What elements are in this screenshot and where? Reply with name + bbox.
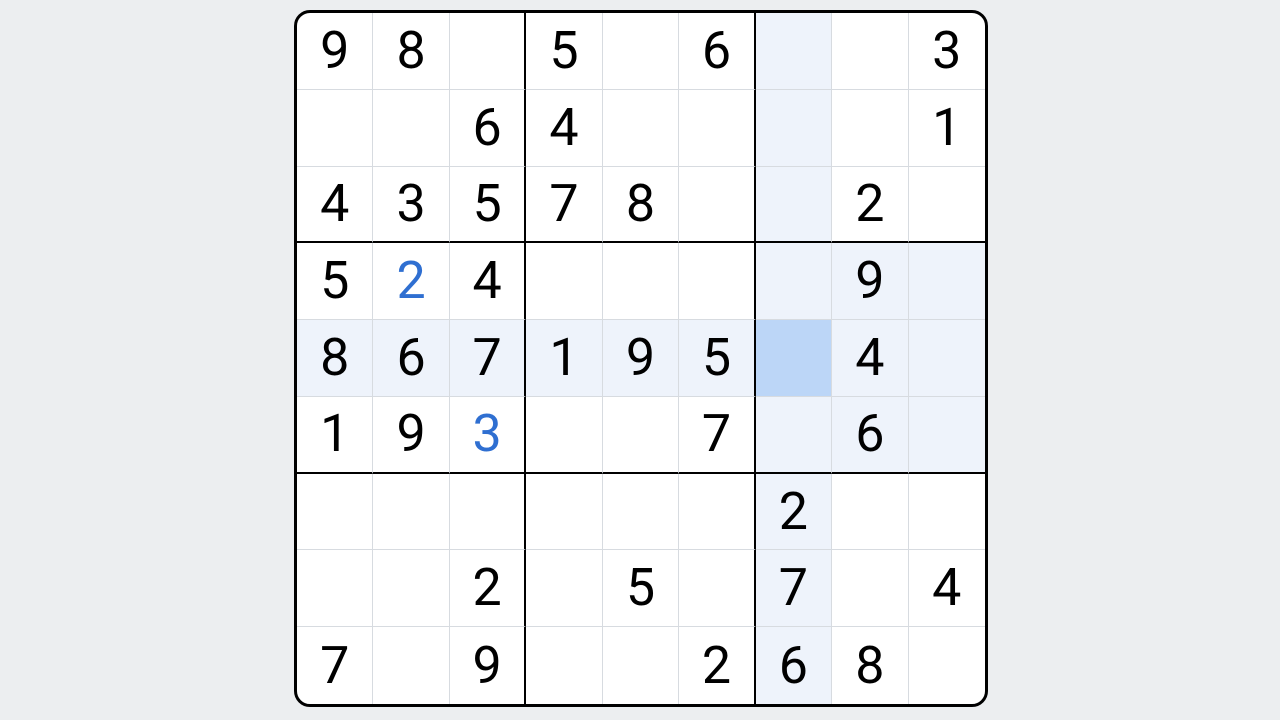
cell-r8-c3[interactable]	[526, 627, 602, 704]
cell-r5-c2[interactable]: 3	[450, 397, 526, 474]
cell-r1-c6[interactable]	[756, 90, 832, 167]
cell-r4-c8[interactable]	[909, 320, 985, 397]
cell-r2-c2[interactable]: 5	[450, 167, 526, 244]
cell-r5-c6[interactable]	[756, 397, 832, 474]
cell-r4-c1[interactable]: 6	[373, 320, 449, 397]
cell-r1-c5[interactable]	[679, 90, 755, 167]
cell-r3-c1[interactable]: 2	[373, 243, 449, 320]
cell-r8-c6[interactable]: 6	[756, 627, 832, 704]
cell-r2-c7[interactable]: 2	[832, 167, 908, 244]
cell-r3-c4[interactable]	[603, 243, 679, 320]
cell-r7-c1[interactable]	[373, 550, 449, 627]
cell-r0-c5[interactable]: 6	[679, 13, 755, 90]
cell-r3-c6[interactable]	[756, 243, 832, 320]
cell-r5-c7[interactable]: 6	[832, 397, 908, 474]
cell-r4-c6[interactable]	[756, 320, 832, 397]
cell-r1-c1[interactable]	[373, 90, 449, 167]
cell-r4-c5[interactable]: 5	[679, 320, 755, 397]
cell-r3-c7[interactable]: 9	[832, 243, 908, 320]
cell-r8-c7[interactable]: 8	[832, 627, 908, 704]
cell-r6-c4[interactable]	[603, 474, 679, 551]
cell-r6-c5[interactable]	[679, 474, 755, 551]
cell-r0-c3[interactable]: 5	[526, 13, 602, 90]
cell-r0-c4[interactable]	[603, 13, 679, 90]
cell-r4-c4[interactable]: 9	[603, 320, 679, 397]
cell-r7-c8[interactable]: 4	[909, 550, 985, 627]
cell-r8-c1[interactable]	[373, 627, 449, 704]
cell-r1-c7[interactable]	[832, 90, 908, 167]
cell-r7-c5[interactable]	[679, 550, 755, 627]
cell-r8-c4[interactable]	[603, 627, 679, 704]
cell-r5-c8[interactable]	[909, 397, 985, 474]
cell-r2-c5[interactable]	[679, 167, 755, 244]
cell-r6-c8[interactable]	[909, 474, 985, 551]
cell-r2-c0[interactable]: 4	[297, 167, 373, 244]
cell-r6-c1[interactable]	[373, 474, 449, 551]
cell-r1-c8[interactable]: 1	[909, 90, 985, 167]
sudoku-board[interactable]: 9856364143578252498671954193762257479268	[294, 10, 988, 707]
cell-r2-c3[interactable]: 7	[526, 167, 602, 244]
cell-r5-c5[interactable]: 7	[679, 397, 755, 474]
cell-r2-c8[interactable]	[909, 167, 985, 244]
cell-r5-c4[interactable]	[603, 397, 679, 474]
cell-r0-c0[interactable]: 9	[297, 13, 373, 90]
cell-r6-c0[interactable]	[297, 474, 373, 551]
cell-r1-c0[interactable]	[297, 90, 373, 167]
cell-r7-c6[interactable]: 7	[756, 550, 832, 627]
cell-r5-c0[interactable]: 1	[297, 397, 373, 474]
cell-r7-c3[interactable]	[526, 550, 602, 627]
cell-r4-c3[interactable]: 1	[526, 320, 602, 397]
cell-r0-c1[interactable]: 8	[373, 13, 449, 90]
cell-r6-c2[interactable]	[450, 474, 526, 551]
cell-r8-c5[interactable]: 2	[679, 627, 755, 704]
cell-r3-c0[interactable]: 5	[297, 243, 373, 320]
cell-r4-c2[interactable]: 7	[450, 320, 526, 397]
cell-r6-c6[interactable]: 2	[756, 474, 832, 551]
cell-r3-c3[interactable]	[526, 243, 602, 320]
cell-r7-c0[interactable]	[297, 550, 373, 627]
cell-r7-c2[interactable]: 2	[450, 550, 526, 627]
cell-r1-c4[interactable]	[603, 90, 679, 167]
cell-r7-c7[interactable]	[832, 550, 908, 627]
cell-r0-c8[interactable]: 3	[909, 13, 985, 90]
cell-r0-c7[interactable]	[832, 13, 908, 90]
cell-r2-c4[interactable]: 8	[603, 167, 679, 244]
cell-r0-c6[interactable]	[756, 13, 832, 90]
cell-r8-c0[interactable]: 7	[297, 627, 373, 704]
cell-r4-c0[interactable]: 8	[297, 320, 373, 397]
cell-r3-c8[interactable]	[909, 243, 985, 320]
cell-r6-c7[interactable]	[832, 474, 908, 551]
cell-r8-c2[interactable]: 9	[450, 627, 526, 704]
cell-r8-c8[interactable]	[909, 627, 985, 704]
cell-r7-c4[interactable]: 5	[603, 550, 679, 627]
cell-r5-c1[interactable]: 9	[373, 397, 449, 474]
cell-r6-c3[interactable]	[526, 474, 602, 551]
cell-r4-c7[interactable]: 4	[832, 320, 908, 397]
cell-r3-c5[interactable]	[679, 243, 755, 320]
cell-r2-c1[interactable]: 3	[373, 167, 449, 244]
cell-r5-c3[interactable]	[526, 397, 602, 474]
cell-r0-c2[interactable]	[450, 13, 526, 90]
cell-r3-c2[interactable]: 4	[450, 243, 526, 320]
cell-r2-c6[interactable]	[756, 167, 832, 244]
cell-r1-c3[interactable]: 4	[526, 90, 602, 167]
cell-r1-c2[interactable]: 6	[450, 90, 526, 167]
